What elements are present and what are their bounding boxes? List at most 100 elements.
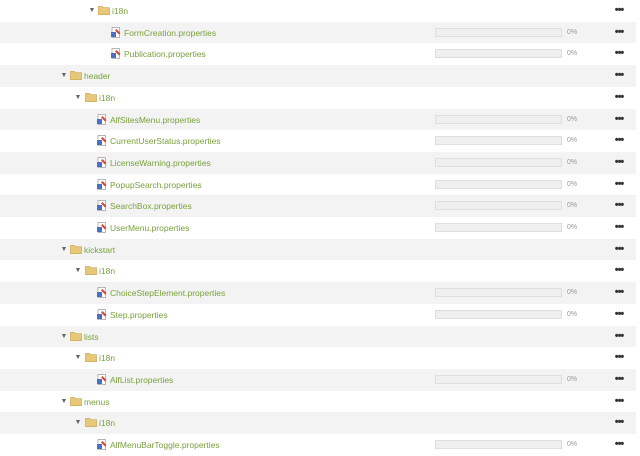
properties-file-icon bbox=[97, 308, 109, 320]
folder-name[interactable]: menus bbox=[84, 397, 110, 407]
tree-file-row[interactable]: SearchBox.properties 0% ••• bbox=[0, 195, 636, 217]
tree-folder-row[interactable]: ▼ lists ••• bbox=[0, 325, 636, 348]
more-options-icon[interactable]: ••• bbox=[612, 416, 626, 428]
folder-name[interactable]: i18n bbox=[99, 353, 115, 363]
translation-progress-bar bbox=[435, 179, 562, 189]
more-options-icon[interactable]: ••• bbox=[612, 134, 626, 146]
triangle-down-icon[interactable]: ▼ bbox=[73, 353, 83, 363]
file-name-link[interactable]: FormCreation.properties bbox=[124, 28, 216, 38]
tree-file-row[interactable]: FormCreation.properties 0% ••• bbox=[0, 21, 636, 44]
tree-folder-row[interactable]: ▼ i18n ••• bbox=[0, 347, 636, 369]
triangle-down-icon[interactable]: ▼ bbox=[73, 93, 83, 103]
file-name-link[interactable]: PopupSearch.properties bbox=[110, 180, 202, 190]
more-options-icon[interactable]: ••• bbox=[612, 156, 626, 168]
translation-progress-bar bbox=[435, 223, 562, 232]
tree-file-row[interactable]: AlfMenuBarToggle.properties 0% ••• bbox=[0, 434, 636, 456]
tree-folder-row[interactable]: ▼ i18n ••• bbox=[0, 260, 636, 283]
more-options-icon[interactable]: ••• bbox=[612, 91, 626, 103]
more-options-icon[interactable]: ••• bbox=[612, 69, 626, 81]
file-name-link[interactable]: Step.properties bbox=[110, 310, 168, 320]
properties-file-icon bbox=[97, 287, 109, 298]
file-name-link[interactable]: Publication.properties bbox=[124, 49, 206, 59]
more-options-icon[interactable]: ••• bbox=[612, 221, 626, 233]
folder-name[interactable]: i18n bbox=[112, 6, 128, 16]
tree-file-row[interactable]: AlfSitesMenu.properties 0% ••• bbox=[0, 108, 636, 131]
file-name-link[interactable]: AlfSitesMenu.properties bbox=[110, 115, 200, 125]
tree-folder-row[interactable]: ▼ i18n ••• bbox=[0, 412, 636, 434]
tree-file-row[interactable]: ChoiceStepElement.properties 0% ••• bbox=[0, 282, 636, 304]
triangle-down-icon[interactable]: ▼ bbox=[73, 418, 83, 428]
tree-folder-row[interactable]: ▼ menus ••• bbox=[0, 390, 636, 413]
tree-file-row[interactable]: CurrentUserStatus.properties 0% ••• bbox=[0, 130, 636, 152]
file-name-link[interactable]: ChoiceStepElement.properties bbox=[110, 288, 225, 298]
progress-percent: 0% bbox=[567, 115, 578, 123]
properties-file-icon bbox=[97, 439, 109, 450]
triangle-down-icon[interactable]: ▼ bbox=[87, 6, 97, 16]
more-options-icon[interactable]: ••• bbox=[612, 243, 626, 255]
translation-progress-bar bbox=[435, 27, 562, 37]
properties-file-icon bbox=[97, 178, 109, 190]
triangle-down-icon[interactable]: ▼ bbox=[59, 245, 69, 255]
more-options-icon[interactable]: ••• bbox=[612, 308, 626, 320]
tree-file-row[interactable]: LicenseWarning.properties 0% ••• bbox=[0, 151, 636, 174]
triangle-down-icon[interactable]: ▼ bbox=[59, 71, 69, 81]
progress-percent: 0% bbox=[567, 137, 578, 145]
tree-folder-row[interactable]: ▼ kickstart ••• bbox=[0, 238, 636, 261]
more-options-icon[interactable]: ••• bbox=[612, 264, 626, 276]
progress-percent: 0% bbox=[567, 50, 578, 58]
progress-percent: 0% bbox=[567, 28, 578, 36]
triangle-down-icon[interactable]: ▼ bbox=[59, 332, 69, 342]
file-name-link[interactable]: CurrentUserStatus.properties bbox=[110, 136, 221, 146]
properties-file-icon bbox=[111, 48, 123, 60]
tree-file-row[interactable]: UserMenu.properties 0% ••• bbox=[0, 217, 636, 239]
more-options-icon[interactable]: ••• bbox=[612, 178, 626, 190]
triangle-down-icon[interactable]: ▼ bbox=[73, 266, 83, 276]
more-options-icon[interactable]: ••• bbox=[612, 113, 626, 125]
progress-percent: 0% bbox=[567, 375, 578, 383]
translation-progress-bar bbox=[435, 288, 562, 298]
tree-folder-row[interactable]: ▼ i18n ••• bbox=[0, 86, 636, 109]
folder-icon bbox=[98, 5, 110, 16]
folder-name[interactable]: header bbox=[84, 71, 110, 81]
folder-icon bbox=[85, 417, 97, 428]
file-name-link[interactable]: AlfMenuBarToggle.properties bbox=[110, 440, 220, 450]
properties-file-icon bbox=[111, 26, 123, 38]
more-options-icon[interactable]: ••• bbox=[612, 438, 626, 450]
more-options-icon[interactable]: ••• bbox=[612, 286, 626, 298]
more-options-icon[interactable]: ••• bbox=[612, 373, 626, 385]
folder-icon bbox=[85, 265, 97, 276]
more-options-icon[interactable]: ••• bbox=[612, 4, 626, 16]
tree-file-row[interactable]: AlfList.properties 0% ••• bbox=[0, 368, 636, 391]
tree-file-row[interactable]: Step.properties 0% ••• bbox=[0, 303, 636, 326]
more-options-icon[interactable]: ••• bbox=[612, 47, 626, 59]
more-options-icon[interactable]: ••• bbox=[612, 395, 626, 407]
folder-icon bbox=[85, 92, 97, 102]
more-options-icon[interactable]: ••• bbox=[612, 26, 626, 38]
folder-icon bbox=[70, 396, 82, 406]
tree-file-row[interactable]: PopupSearch.properties 0% ••• bbox=[0, 173, 636, 196]
folder-name[interactable]: lists bbox=[84, 332, 99, 342]
file-name-link[interactable]: UserMenu.properties bbox=[110, 223, 189, 233]
progress-percent: 0% bbox=[567, 180, 578, 188]
more-options-icon[interactable]: ••• bbox=[612, 330, 626, 342]
properties-file-icon bbox=[97, 135, 109, 147]
more-options-icon[interactable]: ••• bbox=[612, 199, 626, 211]
translation-progress-bar bbox=[435, 114, 562, 124]
tree-file-row[interactable]: Publication.properties 0% ••• bbox=[0, 43, 636, 66]
triangle-down-icon[interactable]: ▼ bbox=[59, 397, 69, 407]
folder-name[interactable]: kickstart bbox=[84, 245, 115, 255]
file-tree: ▼ i18n ••• FormCreation.properties 0% ••• Publ… bbox=[0, 0, 640, 456]
translation-progress-bar bbox=[435, 309, 562, 319]
tree-folder-row[interactable]: ▼ i18n ••• bbox=[0, 0, 636, 22]
file-name-link[interactable]: LicenseWarning.properties bbox=[110, 158, 211, 168]
more-options-icon[interactable]: ••• bbox=[612, 351, 626, 363]
folder-name[interactable]: i18n bbox=[99, 266, 115, 276]
folder-name[interactable]: i18n bbox=[99, 418, 115, 428]
tree-folder-row[interactable]: ▼ header ••• bbox=[0, 65, 636, 87]
folder-name[interactable]: i18n bbox=[99, 93, 115, 103]
file-name-link[interactable]: AlfList.properties bbox=[110, 375, 173, 385]
translation-progress-bar bbox=[435, 136, 562, 146]
folder-icon bbox=[70, 70, 82, 81]
progress-percent: 0% bbox=[567, 441, 578, 448]
file-name-link[interactable]: SearchBox.properties bbox=[110, 201, 192, 211]
